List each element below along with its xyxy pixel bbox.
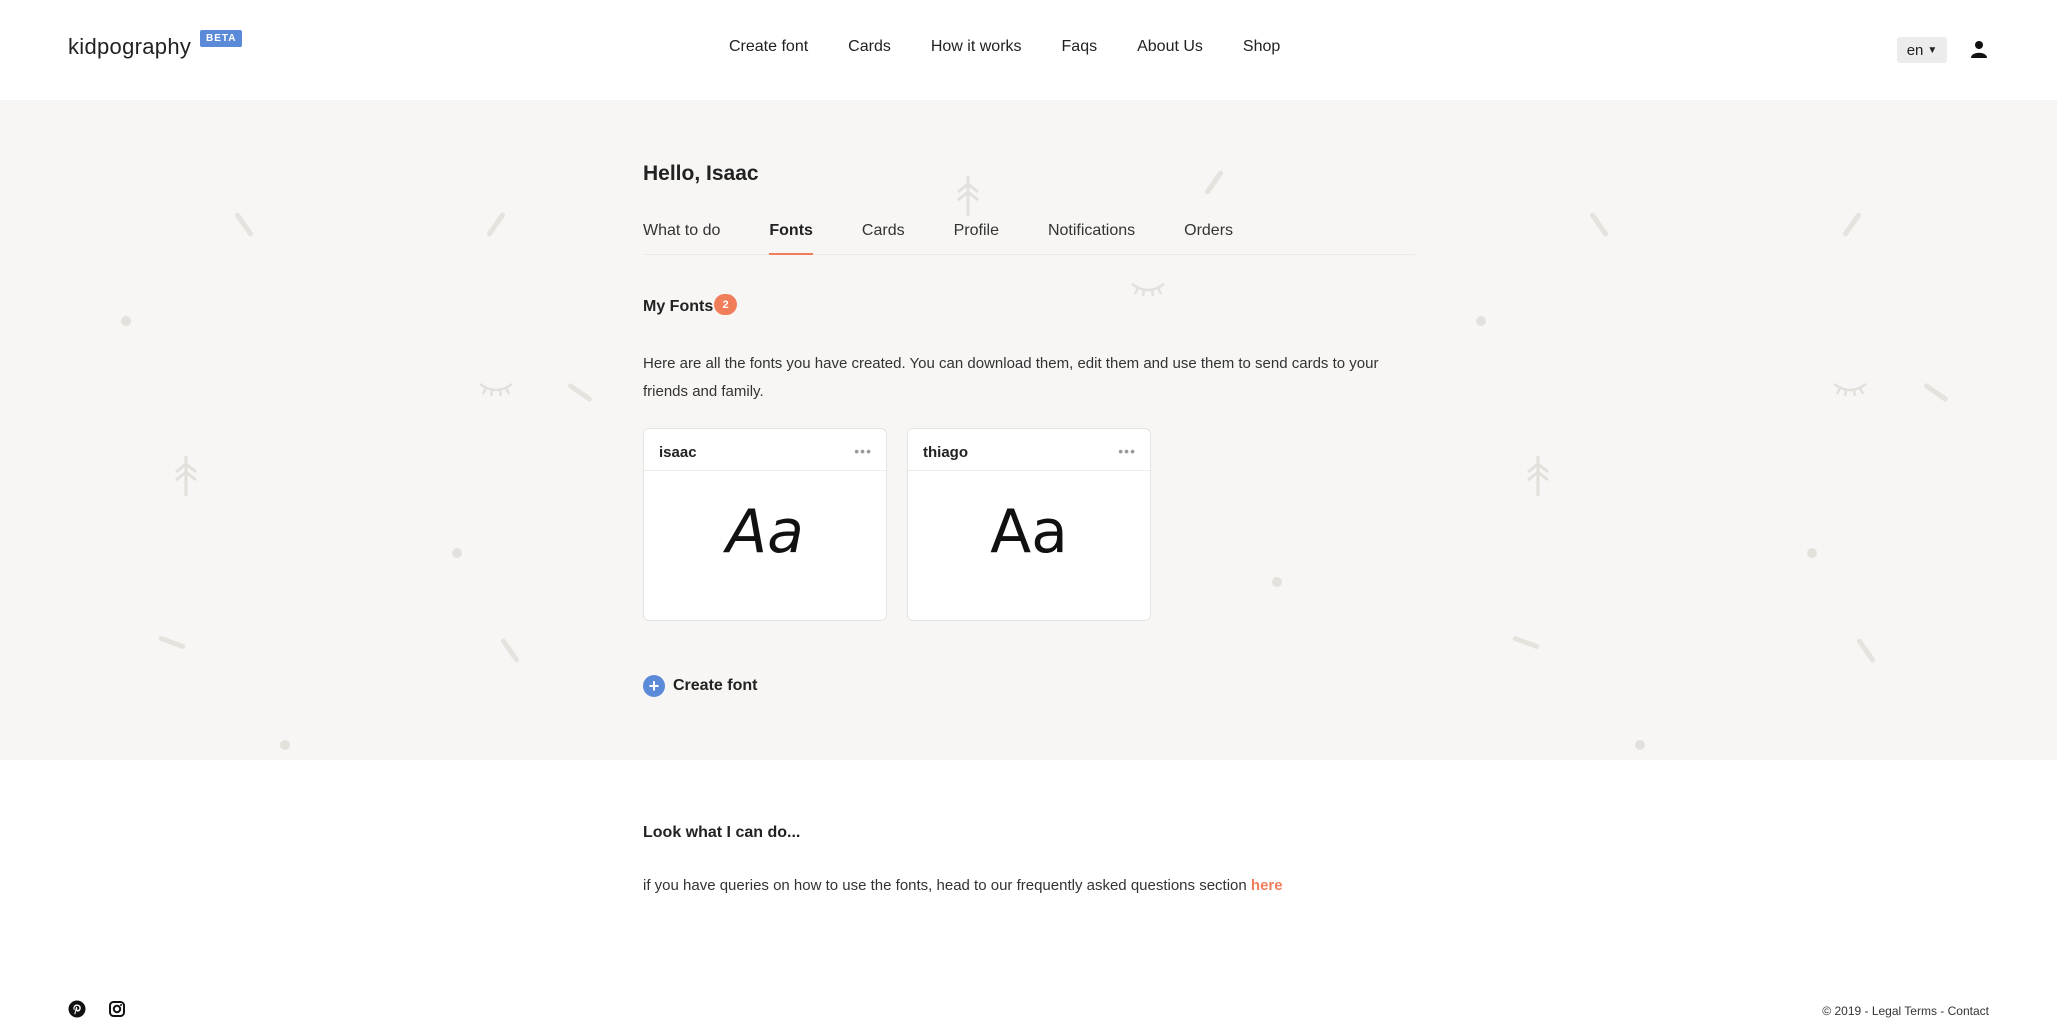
tab-notifications[interactable]: Notifications bbox=[1048, 222, 1135, 255]
my-fonts-heading: My Fonts bbox=[643, 298, 714, 315]
font-count-badge: 2 bbox=[714, 294, 737, 315]
footer-copyright[interactable]: © 2019 - Legal Terms - Contact bbox=[1822, 1004, 1989, 1018]
decor-stroke bbox=[567, 382, 593, 403]
create-font-button[interactable]: + Create font bbox=[643, 675, 757, 697]
social-links bbox=[68, 1000, 126, 1018]
plus-icon: + bbox=[643, 675, 665, 697]
site-logo[interactable]: kidpography bbox=[68, 34, 191, 60]
nav-faqs[interactable]: Faqs bbox=[1062, 38, 1098, 56]
chevron-down-icon: ▼ bbox=[1927, 44, 1938, 56]
user-icon[interactable] bbox=[1970, 40, 1988, 58]
faq-hint: if you have queries on how to use the fo… bbox=[643, 877, 1283, 894]
showcase-title: Look what I can do... bbox=[643, 824, 801, 841]
create-font-label: Create font bbox=[673, 677, 758, 694]
account-section: Hello, Isaac What to do Fonts Cards Prof… bbox=[0, 100, 2057, 760]
decor-stroke bbox=[1511, 635, 1541, 650]
font-sample: Aa bbox=[726, 497, 804, 567]
decor-dot bbox=[1476, 316, 1486, 326]
language-value: en bbox=[1906, 41, 1924, 59]
nav-create-font[interactable]: Create font bbox=[729, 38, 808, 56]
font-sample: Aa bbox=[990, 497, 1068, 567]
tab-orders[interactable]: Orders bbox=[1184, 222, 1233, 255]
tab-what-to-do[interactable]: What to do bbox=[643, 222, 720, 255]
main-nav: Create font Cards How it works Faqs Abou… bbox=[729, 38, 1320, 56]
site-header: kidpography BETA Create font Cards How i… bbox=[0, 0, 2057, 100]
pinterest-icon[interactable] bbox=[68, 1000, 86, 1018]
nav-about-us[interactable]: About Us bbox=[1137, 38, 1203, 56]
font-card-name: thiago bbox=[908, 429, 1150, 471]
account-tabs: What to do Fonts Cards Profile Notificat… bbox=[643, 222, 1415, 255]
decor-stroke bbox=[485, 211, 507, 238]
decor-lashes-icon bbox=[479, 382, 513, 396]
decor-leaf-icon bbox=[1527, 456, 1549, 496]
beta-badge: BETA bbox=[200, 30, 243, 47]
more-options-icon[interactable]: ••• bbox=[1118, 443, 1136, 459]
decor-dot bbox=[280, 740, 290, 750]
decor-dot bbox=[1807, 548, 1817, 558]
more-options-icon[interactable]: ••• bbox=[854, 443, 872, 459]
tab-cards[interactable]: Cards bbox=[862, 222, 905, 255]
decor-leaf-icon bbox=[957, 176, 979, 216]
decor-dot bbox=[1635, 740, 1645, 750]
decor-stroke bbox=[1203, 169, 1225, 196]
nav-cards[interactable]: Cards bbox=[848, 38, 891, 56]
decor-stroke bbox=[1855, 637, 1877, 664]
font-card[interactable]: thiago ••• Aa bbox=[907, 428, 1151, 621]
font-card-name: isaac bbox=[644, 429, 886, 471]
page-title: Hello, Isaac bbox=[643, 162, 759, 185]
fonts-description: Here are all the fonts you have created.… bbox=[643, 355, 1379, 400]
decor-dot bbox=[121, 316, 131, 326]
language-selector[interactable]: en ▼ bbox=[1897, 37, 1947, 63]
faq-hint-text: if you have queries on how to use the fo… bbox=[643, 877, 1247, 894]
font-card-list: isaac ••• Aa thiago ••• Aa bbox=[643, 428, 1151, 621]
faq-link[interactable]: here bbox=[1251, 877, 1283, 894]
nav-shop[interactable]: Shop bbox=[1243, 38, 1280, 56]
decor-lashes-icon bbox=[1833, 382, 1867, 396]
tab-fonts[interactable]: Fonts bbox=[769, 222, 813, 255]
decor-stroke bbox=[499, 637, 521, 664]
decor-stroke bbox=[233, 211, 255, 238]
tab-profile[interactable]: Profile bbox=[954, 222, 999, 255]
instagram-icon[interactable] bbox=[108, 1000, 126, 1018]
font-card[interactable]: isaac ••• Aa bbox=[643, 428, 887, 621]
decor-lashes-icon bbox=[1131, 282, 1165, 296]
nav-how-it-works[interactable]: How it works bbox=[931, 38, 1022, 56]
decor-stroke bbox=[157, 635, 187, 650]
decor-dot bbox=[1272, 577, 1282, 587]
decor-dot bbox=[452, 548, 462, 558]
decor-stroke bbox=[1588, 211, 1610, 238]
decor-stroke bbox=[1923, 382, 1949, 403]
decor-stroke bbox=[1841, 211, 1863, 238]
decor-leaf-icon bbox=[175, 456, 197, 496]
